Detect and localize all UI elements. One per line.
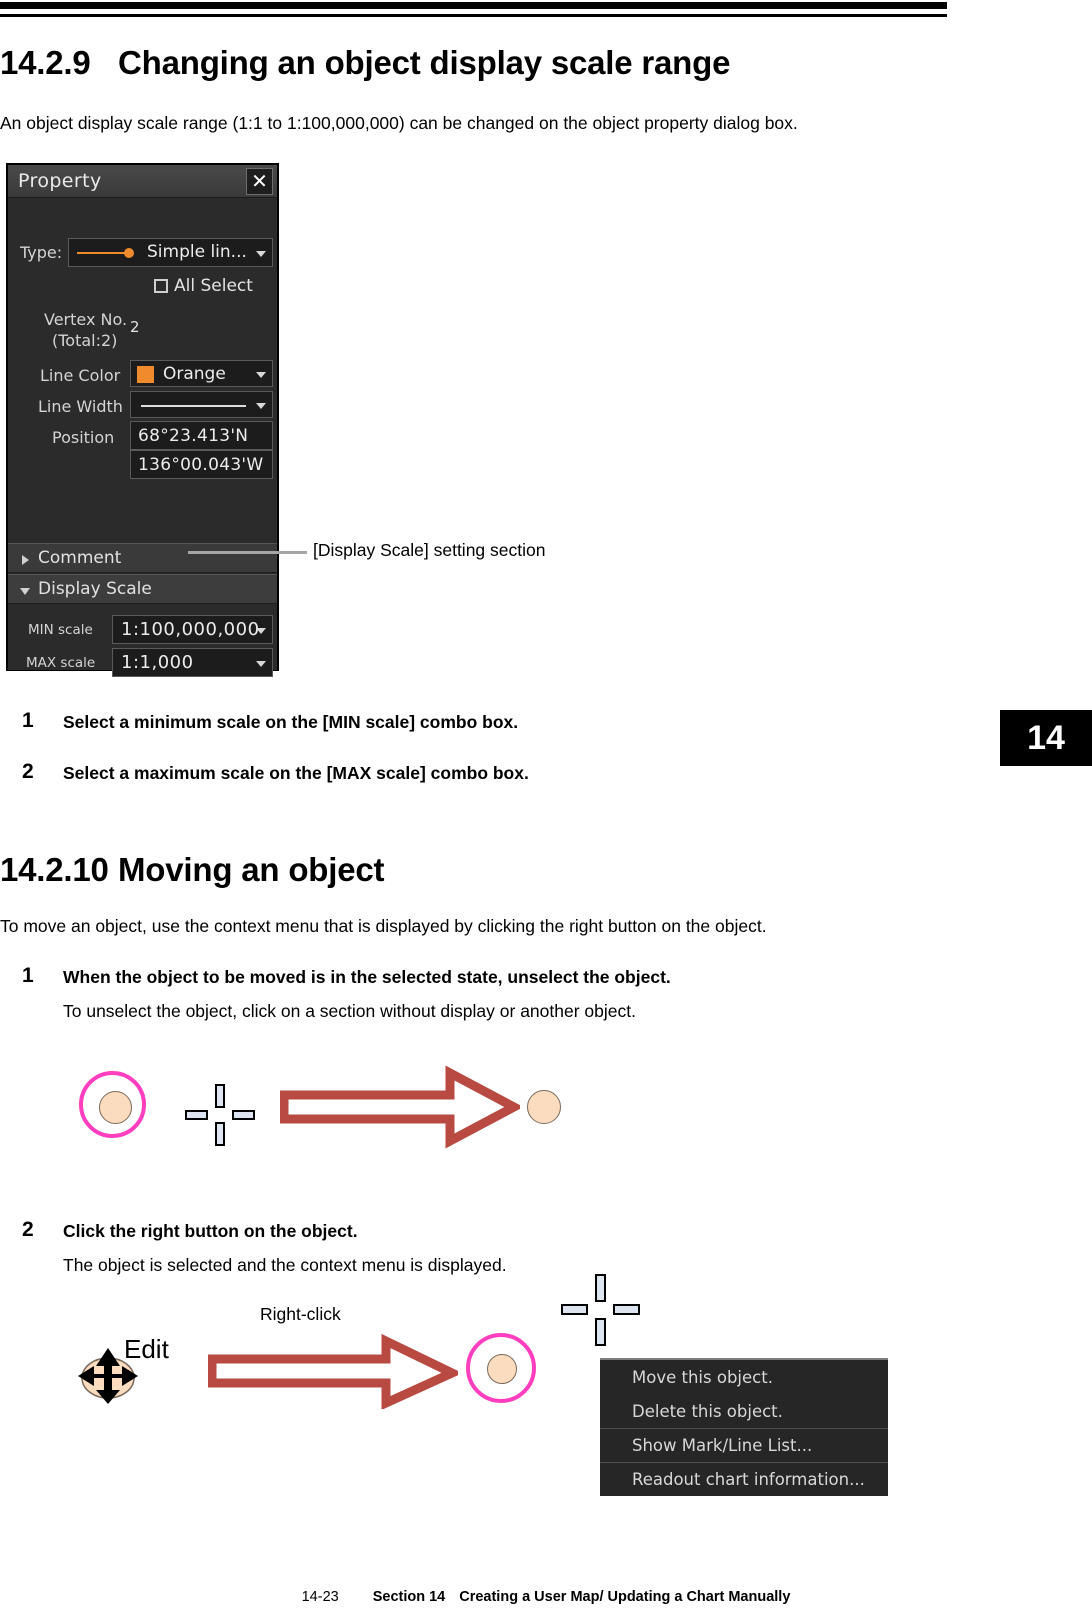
context-menu: Move this object. Delete this object. Sh… <box>600 1358 888 1496</box>
checkbox-icon <box>154 279 168 293</box>
selection-ring-icon <box>79 1071 146 1138</box>
comment-section-label: Comment <box>38 548 122 568</box>
max-scale-value: 1:1,000 <box>121 652 194 673</box>
chevron-down-icon <box>256 402 266 409</box>
color-swatch-icon <box>137 366 154 383</box>
header-rule-thick <box>0 2 947 9</box>
type-value: Simple lin... <box>147 242 247 262</box>
callout-label: [Display Scale] setting section <box>313 540 546 560</box>
footer-section: Section 14 <box>372 1589 446 1605</box>
context-menu-item-show-mark-line-list[interactable]: Show Mark/Line List... <box>600 1428 888 1462</box>
line-color-value: Orange <box>163 364 226 384</box>
chapter-tab: 14 <box>1000 710 1092 766</box>
object-dot-icon <box>527 1090 561 1124</box>
page-footer: 14-23 Section 14 Creating a User Map/ Upda… <box>0 1589 1092 1605</box>
step-title: Select a maximum scale on the [MAX scale… <box>63 763 529 783</box>
max-scale-label: MAX scale <box>26 655 96 671</box>
context-menu-item-delete-object[interactable]: Delete this object. <box>600 1394 888 1428</box>
move-arrow-icon <box>280 1065 520 1149</box>
step-number: 2 <box>22 1218 34 1241</box>
heading-number: 14.2.9 <box>0 44 91 81</box>
line-width-preview-icon <box>141 405 246 407</box>
chevron-down-icon <box>256 371 266 378</box>
min-scale-combo[interactable]: 1:100,000,000 <box>112 615 273 644</box>
object-dot-icon <box>487 1354 517 1384</box>
intro-paragraph-1: An object display scale range (1:1 to 1:… <box>0 113 798 133</box>
page-title: 14.2.9 Changing an object display scale r… <box>0 44 730 82</box>
right-click-label: Right-click <box>260 1304 341 1324</box>
step-number: 2 <box>22 760 34 783</box>
dialog-body: Type: Simple lin... All Select Vertex No… <box>8 198 277 677</box>
move-edit-cursor-icon <box>78 1348 138 1404</box>
vertex-no-value: 2 <box>130 318 140 336</box>
step-number: 1 <box>22 709 34 732</box>
position-latitude-value: 68°23.413'N <box>138 425 249 446</box>
property-dialog: Property ✕ Type: Simple lin... All Selec… <box>6 163 279 677</box>
line-width-combo[interactable] <box>130 391 273 418</box>
simple-line-preview-icon <box>77 247 139 258</box>
all-select-checkbox[interactable]: All Select <box>154 276 253 296</box>
step-title: Click the right button on the object. <box>63 1221 358 1241</box>
dialog-title: Property <box>18 170 102 192</box>
dialog-titlebar: Property ✕ <box>8 165 277 198</box>
chevron-down-icon <box>256 627 266 634</box>
position-longitude-value: 136°00.043'W <box>138 454 264 475</box>
edit-label: Edit <box>124 1334 169 1364</box>
close-icon[interactable]: ✕ <box>246 168 273 195</box>
min-scale-value: 1:100,000,000 <box>121 619 260 640</box>
chevron-right-icon <box>22 555 29 565</box>
position-label: Position <box>52 428 115 447</box>
max-scale-combo[interactable]: 1:1,000 <box>112 648 273 677</box>
vertex-total-label: (Total:2) <box>52 331 118 350</box>
footer-page-number: 14-23 <box>301 1589 339 1605</box>
type-label: Type: <box>20 243 63 262</box>
display-scale-section-label: Display Scale <box>38 579 152 599</box>
step-title: When the object to be moved is in the se… <box>63 967 671 987</box>
header-rule-thin <box>0 14 947 17</box>
heading-number-2: 14.2.10 <box>0 851 109 888</box>
chevron-down-icon <box>20 588 30 595</box>
context-menu-item-readout-chart-information[interactable]: Readout chart information... <box>600 1462 888 1496</box>
line-color-combo[interactable]: Orange <box>130 360 273 387</box>
display-scale-section-header[interactable]: Display Scale <box>8 574 277 604</box>
step-description: To unselect the object, click on a secti… <box>63 1001 636 1021</box>
cursor-crosshair-icon <box>185 1084 255 1146</box>
cursor-crosshair-icon <box>561 1274 643 1346</box>
position-latitude-input[interactable]: 68°23.413'N <box>130 421 273 450</box>
step-description: The object is selected and the context m… <box>63 1255 507 1275</box>
object-dot-icon <box>99 1091 132 1124</box>
context-menu-item-move-object[interactable]: Move this object. <box>600 1360 888 1394</box>
all-select-label: All Select <box>174 276 253 296</box>
chevron-down-icon <box>256 660 266 667</box>
chevron-down-icon <box>256 250 266 257</box>
type-combo[interactable]: Simple lin... <box>68 238 273 267</box>
step-title: Select a minimum scale on the [MIN scale… <box>63 712 519 732</box>
min-scale-label: MIN scale <box>28 622 93 638</box>
selection-ring-icon <box>466 1333 536 1403</box>
vertex-no-label: Vertex No. <box>44 310 128 329</box>
heading-text: Changing an object display scale range <box>118 44 731 81</box>
callout-leader-line <box>188 551 307 554</box>
position-longitude-input[interactable]: 136°00.043'W <box>130 450 273 479</box>
footer-section-title: Creating a User Map/ Updating a Chart Ma… <box>459 1589 791 1605</box>
intro-paragraph-2: To move an object, use the context menu … <box>0 916 767 936</box>
comment-section-header[interactable]: Comment <box>8 543 277 573</box>
step-number: 1 <box>22 964 34 987</box>
line-color-label: Line Color <box>40 366 121 385</box>
right-click-arrow-icon <box>208 1333 458 1409</box>
heading-text-2: Moving an object <box>118 851 385 888</box>
page-title-2: 14.2.10 Moving an object <box>0 851 385 889</box>
line-width-label: Line Width <box>38 397 123 416</box>
